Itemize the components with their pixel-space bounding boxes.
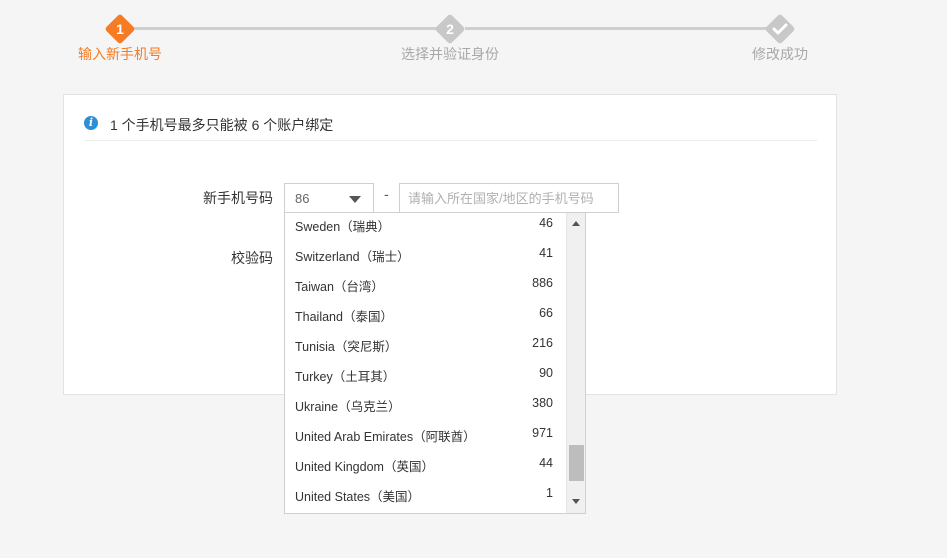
country-option[interactable]: Switzerland（瑞士） 41 bbox=[285, 243, 565, 273]
country-name: Thailand（泰国） bbox=[295, 310, 393, 324]
country-option[interactable]: United States（美国） 1 bbox=[285, 483, 565, 513]
country-code: 971 bbox=[532, 426, 553, 440]
step-2-number: 2 bbox=[446, 21, 454, 37]
phone-number-input[interactable] bbox=[399, 183, 619, 213]
country-option[interactable]: United Arab Emirates（阿联酋） 971 bbox=[285, 423, 565, 453]
step-connector bbox=[134, 27, 436, 30]
country-option[interactable]: United Kingdom（英国） 44 bbox=[285, 453, 565, 483]
country-name: Sweden（瑞典） bbox=[295, 220, 391, 234]
step-1-marker: 1 bbox=[104, 13, 136, 45]
country-name: United Kingdom（英国） bbox=[295, 460, 434, 474]
country-code-value: 86 bbox=[295, 191, 310, 206]
phone-label: 新手机号码 bbox=[203, 190, 273, 206]
country-name: United States（美国） bbox=[295, 490, 421, 504]
country-code: 886 bbox=[532, 276, 553, 290]
notice-bar: i 1 个手机号最多只能被 6 个账户绑定 bbox=[84, 115, 817, 141]
separator-dash: - bbox=[384, 186, 389, 202]
country-code: 380 bbox=[532, 396, 553, 410]
country-name: Taiwan（台湾） bbox=[295, 280, 384, 294]
country-option[interactable]: Turkey（土耳其） 90 bbox=[285, 363, 565, 393]
country-name: Tunisia（突尼斯） bbox=[295, 340, 398, 354]
country-option[interactable]: Tunisia（突尼斯） 216 bbox=[285, 333, 565, 363]
scroll-up-icon[interactable] bbox=[572, 221, 580, 226]
info-icon: i bbox=[84, 116, 98, 130]
step-2-label: 选择并验证身份 bbox=[401, 46, 499, 62]
country-code: 216 bbox=[532, 336, 553, 350]
country-name: Switzerland（瑞士） bbox=[295, 250, 410, 264]
step-2-marker: 2 bbox=[434, 13, 466, 45]
step-connector bbox=[465, 27, 767, 30]
country-name: Ukraine（乌克兰） bbox=[295, 400, 401, 414]
progress-steps: 1 2 输入新手机号 选择并验证身份 修改成功 bbox=[0, 0, 947, 80]
chevron-down-icon bbox=[349, 196, 361, 203]
step-3-marker bbox=[764, 13, 796, 45]
country-code: 1 bbox=[546, 486, 553, 500]
step-1-label: 输入新手机号 bbox=[78, 46, 162, 62]
country-dropdown: Sweden（瑞典） 46 Switzerland（瑞士） 41 Taiwan（… bbox=[284, 212, 586, 514]
step-3-label: 修改成功 bbox=[752, 46, 808, 62]
country-code: 46 bbox=[539, 216, 553, 230]
country-option[interactable]: Sweden（瑞典） 46 bbox=[285, 213, 565, 243]
country-option[interactable]: Ukraine（乌克兰） 380 bbox=[285, 393, 565, 423]
dropdown-scrollbar[interactable] bbox=[566, 213, 585, 513]
notice-text: 1 个手机号最多只能被 6 个账户绑定 bbox=[110, 117, 334, 133]
scrollbar-thumb[interactable] bbox=[569, 445, 584, 481]
country-name: Turkey（土耳其） bbox=[295, 370, 396, 384]
country-code: 90 bbox=[539, 366, 553, 380]
step-1-number: 1 bbox=[116, 21, 124, 37]
country-option[interactable]: Thailand（泰国） 66 bbox=[285, 303, 565, 333]
country-code: 41 bbox=[539, 246, 553, 260]
scroll-down-icon[interactable] bbox=[572, 499, 580, 504]
check-icon bbox=[772, 23, 788, 35]
country-option[interactable]: Taiwan（台湾） 886 bbox=[285, 273, 565, 303]
code-label: 校验码 bbox=[231, 250, 273, 266]
country-code-select[interactable]: 86 bbox=[284, 183, 374, 213]
country-code: 44 bbox=[539, 456, 553, 470]
country-name: United Arab Emirates（阿联酋） bbox=[295, 430, 476, 444]
country-code: 66 bbox=[539, 306, 553, 320]
